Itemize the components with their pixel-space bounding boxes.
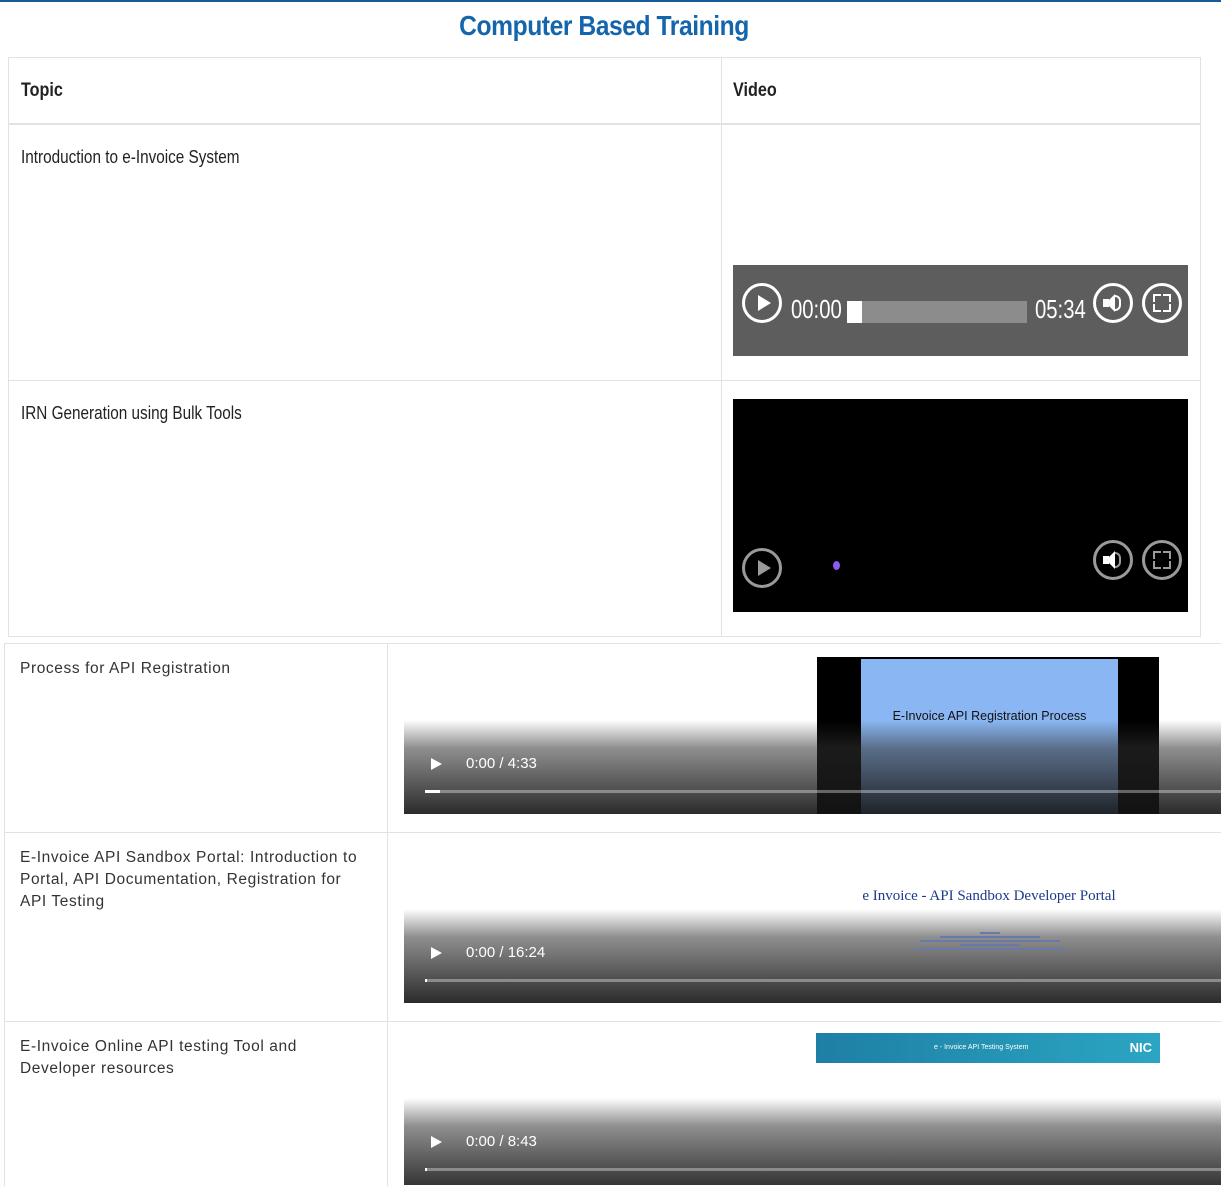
duration: 05:34 [1035,294,1086,324]
speaker-icon [1103,294,1115,312]
current-time: 00:00 [791,294,842,324]
table-header: Topic Video [9,58,1200,125]
topic-label: Introduction to e-Invoice System [21,147,240,167]
progress-bar[interactable] [425,790,1221,793]
page-title: Computer Based Training [459,10,749,41]
play-icon [758,295,771,311]
topic-label: E-Invoice API Sandbox Portal: Introducti… [20,849,358,910]
video-time: 0:00 / 4:33 [466,755,537,772]
progress-buffer [425,1168,427,1171]
play-icon [758,560,771,576]
nic-logo: NIC [1129,1040,1152,1055]
play-button[interactable] [431,1136,442,1148]
volume-button[interactable] [1093,540,1133,580]
sound-wave-icon [1115,552,1121,568]
training-table: Topic Video Introduction to e-Invoice Sy… [8,57,1201,637]
fullscreen-button[interactable] [1142,540,1182,580]
progress-bar[interactable] [425,979,1221,982]
sound-wave-icon [1115,295,1121,311]
fullscreen-button[interactable] [1142,283,1182,323]
speaker-icon [1103,551,1115,569]
video-time: 0:00 / 16:24 [466,944,546,961]
play-button[interactable] [742,548,782,588]
video-time: 0:00 / 8:43 [466,1133,537,1150]
play-button[interactable] [431,947,442,959]
top-border [0,0,1221,2]
seek-bar[interactable] [847,301,1027,323]
video-player[interactable]: E-Invoice API Registration Process 0:00 … [404,657,1221,814]
play-button[interactable] [431,758,442,770]
thumbnail-caption: e - Invoice API Testing System [934,1044,1029,1051]
video-player[interactable] [733,399,1188,612]
video-player[interactable]: 00:00 05:34 [733,265,1188,356]
topic-label: IRN Generation using Bulk Tools [21,403,242,423]
topic-column-header: Topic [21,80,63,101]
topic-label: Process for API Registration [20,660,231,677]
volume-button[interactable] [1093,283,1133,323]
progress-buffer [425,979,427,982]
seek-handle[interactable] [847,301,862,323]
progress-bar[interactable] [425,1168,1221,1171]
play-button[interactable] [742,283,782,323]
video-player[interactable]: 0:00 / 16:24 [404,846,1221,1003]
fullscreen-icon [1153,551,1171,569]
video-thumbnail-subtext [910,930,1070,952]
progress-buffer [425,790,440,793]
video-column-header: Video [733,80,777,101]
api-training-table: Process for API Registration E-Invoice A… [4,643,1221,1186]
fullscreen-icon [1153,294,1171,312]
topic-label: E-Invoice Online API testing Tool and De… [20,1038,297,1077]
video-thumbnail-header: e - Invoice API Testing System NIC [816,1033,1160,1063]
video-thumbnail-title: e Invoice - API Sandbox Developer Portal [862,888,1116,904]
loading-indicator [833,561,840,570]
